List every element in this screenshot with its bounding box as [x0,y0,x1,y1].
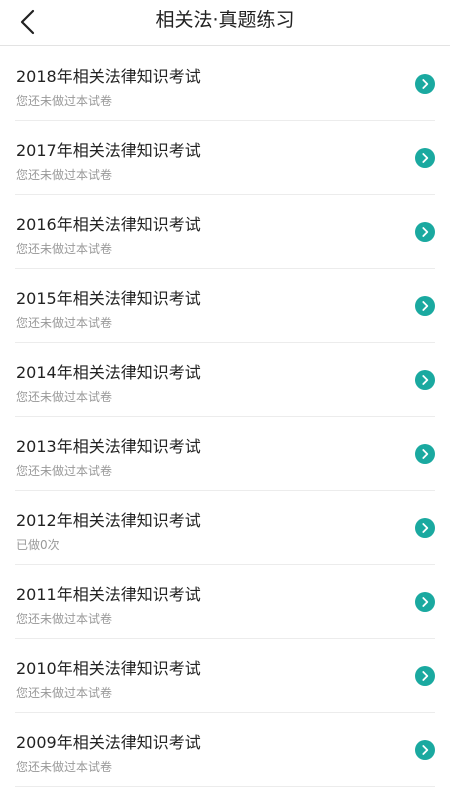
exam-list-item[interactable]: 2017年相关法律知识考试 您还未做过本试卷 [15,121,435,195]
exam-status: 您还未做过本试卷 [16,94,113,108]
arrow-right-icon[interactable] [415,74,435,94]
exam-status: 您还未做过本试卷 [16,242,113,256]
arrow-right-icon[interactable] [415,666,435,686]
arrow-right-icon[interactable] [415,444,435,464]
exam-title: 2010年相关法律知识考试 [16,659,201,678]
exam-list-item[interactable]: 2018年相关法律知识考试 您还未做过本试卷 [15,47,435,121]
exam-list-item[interactable]: 2009年相关法律知识考试 您还未做过本试卷 [15,713,435,787]
exam-list-item[interactable]: 2015年相关法律知识考试 您还未做过本试卷 [15,269,435,343]
exam-status: 已做0次 [16,538,60,552]
exam-title: 2014年相关法律知识考试 [16,363,201,382]
exam-status: 您还未做过本试卷 [16,168,113,182]
exam-status: 您还未做过本试卷 [16,686,113,700]
exam-list-item[interactable]: 2011年相关法律知识考试 您还未做过本试卷 [15,565,435,639]
exam-status: 您还未做过本试卷 [16,316,113,330]
arrow-right-icon[interactable] [415,740,435,760]
exam-title: 2017年相关法律知识考试 [16,141,201,160]
exam-list-item[interactable]: 2016年相关法律知识考试 您还未做过本试卷 [15,195,435,269]
exam-title: 2018年相关法律知识考试 [16,67,201,86]
exam-status: 您还未做过本试卷 [16,390,113,404]
chevron-left-icon [20,9,35,35]
exam-status: 您还未做过本试卷 [16,612,113,626]
arrow-right-icon[interactable] [415,370,435,390]
arrow-right-icon[interactable] [415,296,435,316]
exam-title: 2013年相关法律知识考试 [16,437,201,456]
exam-title: 2009年相关法律知识考试 [16,733,201,752]
exam-title: 2012年相关法律知识考试 [16,511,201,530]
exam-list-item[interactable]: 2010年相关法律知识考试 您还未做过本试卷 [15,639,435,713]
arrow-right-icon[interactable] [415,148,435,168]
exam-list-item[interactable]: 2014年相关法律知识考试 您还未做过本试卷 [15,343,435,417]
arrow-right-icon[interactable] [415,222,435,242]
app-screen: 相关法·真题练习 2018年相关法律知识考试 您还未做过本试卷 2017年相关法… [0,0,450,800]
page-title: 相关法·真题练习 [155,9,295,31]
exam-list-item[interactable]: 2013年相关法律知识考试 您还未做过本试卷 [15,417,435,491]
nav-header: 相关法·真题练习 [0,0,450,46]
arrow-right-icon[interactable] [415,518,435,538]
exam-list: 2018年相关法律知识考试 您还未做过本试卷 2017年相关法律知识考试 您还未… [0,47,450,787]
exam-status: 您还未做过本试卷 [16,760,113,774]
exam-title: 2015年相关法律知识考试 [16,289,201,308]
exam-title: 2016年相关法律知识考试 [16,215,201,234]
back-button[interactable] [10,4,46,40]
exam-list-item[interactable]: 2012年相关法律知识考试 已做0次 [15,491,435,565]
arrow-right-icon[interactable] [415,592,435,612]
exam-title: 2011年相关法律知识考试 [16,585,201,604]
exam-status: 您还未做过本试卷 [16,464,113,478]
